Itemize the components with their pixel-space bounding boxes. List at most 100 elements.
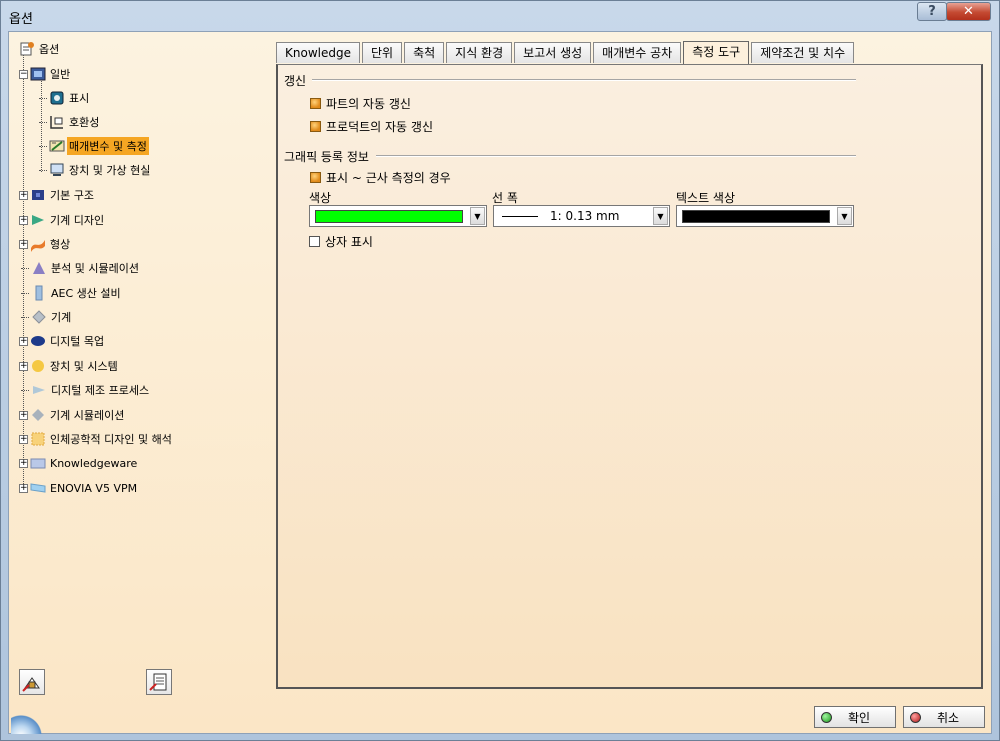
tab-knowledge[interactable]: Knowledge [276,42,360,63]
corner-logo [11,708,51,734]
tree-item-enovia[interactable]: + ENOVIA V5 VPM [19,478,139,498]
options-dialog: 옵션 ? ✕ 옵션 − 일반 표시 호환성 매개변수 및 측정 장치 및 가상 … [0,0,1000,741]
auto-update-part-checkbox[interactable] [310,98,321,109]
expand-toggle[interactable]: + [19,410,28,420]
tab-constraints-dimensions[interactable]: 제약조건 및 치수 [751,42,855,63]
chevron-down-icon[interactable]: ▼ [470,207,485,225]
textcolor-swatch [682,210,830,223]
color-combo[interactable]: ▼ [309,205,487,227]
title-bar: 옵션 ? ✕ [1,1,999,31]
devices-vr-icon [49,162,65,178]
linewidth-label: 선 폭 [492,191,518,205]
display-icon [49,90,65,106]
tree-item-shape[interactable]: + 형상 [19,234,72,254]
help-button[interactable]: ? [917,2,947,21]
tree-item-machining-simulation[interactable]: + 기계 시뮬레이션 [19,405,126,425]
equipment-systems-icon [30,358,46,374]
tab-scale[interactable]: 축척 [404,42,445,63]
chevron-down-icon[interactable]: ▼ [653,207,668,225]
tree-item-analysis-simulation[interactable]: 분석 및 시뮬레이션 [19,258,141,278]
expand-toggle[interactable]: + [19,361,28,371]
reset-icon [22,677,40,692]
show-when-approx-checkbox[interactable] [310,172,321,183]
linewidth-combo[interactable]: 1: 0.13 mm ▼ [493,205,670,227]
aec-plant-icon [31,285,47,301]
window-title: 옵션 [9,12,33,27]
textcolor-label: 텍스트 색상 [676,191,736,205]
close-button[interactable]: ✕ [946,2,991,21]
expand-toggle[interactable]: + [19,483,28,493]
measure-tools-panel: 갱신 파트의 자동 갱신 프로덕트의 자동 갱신 그래픽 등록 정보 표시 ~ … [276,64,983,689]
tree-item-equipment-systems[interactable]: + 장치 및 시스템 [19,356,120,376]
tab-measure-tools[interactable]: 측정 도구 [683,41,750,64]
cancel-button[interactable]: 취소 [903,706,985,728]
tree-item-general[interactable]: − 일반 [19,64,72,84]
update-section-title: 갱신 [284,74,307,88]
expand-toggle[interactable]: + [19,434,28,444]
ok-dot-icon [821,711,832,723]
tree-item-parameters-measure[interactable]: 매개변수 및 측정 [39,136,149,156]
textcolor-combo[interactable]: ▼ [676,205,854,227]
tree-item-compatibility[interactable]: 호환성 [39,112,101,132]
expand-toggle[interactable]: + [19,190,28,200]
line-sample [502,216,538,217]
export-icon [149,673,167,691]
tree-item-display[interactable]: 표시 [39,88,91,108]
graphic-section-title: 그래픽 등록 정보 [284,150,369,164]
show-box-row[interactable]: 상자 표시 [309,233,373,250]
compatibility-icon [49,114,65,130]
show-when-approx-row[interactable]: 표시 ~ 근사 측정의 경우 [310,169,451,186]
tab-units[interactable]: 단위 [361,42,403,63]
digital-process-icon [31,382,47,398]
parameters-measure-icon [49,138,65,154]
ergonomics-icon [30,431,46,447]
digital-mockup-icon [30,333,46,349]
collapse-toggle[interactable]: − [19,69,28,79]
auto-update-product-checkbox[interactable] [310,121,321,132]
restore-defaults-button[interactable] [19,669,45,695]
expand-toggle[interactable]: + [19,215,28,225]
machining-icon [31,309,47,325]
tab-knowledge-environment[interactable]: 지식 환경 [446,42,513,63]
dialog-client: 옵션 − 일반 표시 호환성 매개변수 및 측정 장치 및 가상 현실 + 기본… [8,31,992,734]
export-settings-button[interactable] [146,669,172,695]
auto-update-part-row[interactable]: 파트의 자동 갱신 [310,95,411,112]
options-root-icon [19,41,35,57]
color-label: 색상 [309,191,332,205]
auto-update-product-row[interactable]: 프로덕트의 자동 갱신 [310,118,433,135]
analysis-simulation-icon [31,260,47,276]
cancel-dot-icon [910,711,921,723]
tree-item-knowledgeware[interactable]: + Knowledgeware [19,453,139,473]
show-box-label: 상자 표시 [325,235,373,249]
knowledgeware-icon [30,455,46,471]
enovia-icon [30,480,46,496]
tree-item-aec-plant[interactable]: AEC 생산 설비 [19,283,123,303]
tree-item-ergonomics[interactable]: + 인체공학적 디자인 및 해석 [19,429,174,449]
expand-toggle[interactable]: + [19,239,28,249]
mechanical-design-icon [30,212,46,228]
auto-update-part-label: 파트의 자동 갱신 [326,97,411,111]
tree-item-digital-mockup[interactable]: + 디지털 목업 [19,331,106,351]
general-icon [30,66,46,82]
tree-item-label-selected: 매개변수 및 측정 [67,137,149,155]
expand-toggle[interactable]: + [19,458,28,468]
shape-icon [30,236,46,252]
tree-item-machining[interactable]: 기계 [19,307,73,327]
linewidth-value: 1: 0.13 mm [550,209,620,223]
tree-item-devices-vr[interactable]: 장치 및 가상 현실 [39,160,152,180]
color-swatch [315,210,463,223]
show-box-checkbox[interactable] [309,236,320,247]
tree-item-options[interactable]: 옵션 [19,39,61,59]
tree-item-infrastructure[interactable]: + 기본 구조 [19,185,96,205]
tab-parameter-tolerance[interactable]: 매개변수 공차 [593,42,682,63]
options-tree: 옵션 − 일반 표시 호환성 매개변수 및 측정 장치 및 가상 현실 + 기본… [9,32,271,672]
chevron-down-icon[interactable]: ▼ [837,207,852,225]
tree-item-mechanical-design[interactable]: + 기계 디자인 [19,210,106,230]
tab-bar: Knowledge 단위 축척 지식 환경 보고서 생성 매개변수 공차 측정 … [276,41,856,64]
tab-report-generation[interactable]: 보고서 생성 [514,42,592,63]
show-when-approx-label: 표시 ~ 근사 측정의 경우 [326,171,451,185]
tree-item-digital-process[interactable]: 디지털 제조 프로세스 [19,380,151,400]
ok-button[interactable]: 확인 [814,706,896,728]
expand-toggle[interactable]: + [19,336,28,346]
infrastructure-icon [30,187,46,203]
